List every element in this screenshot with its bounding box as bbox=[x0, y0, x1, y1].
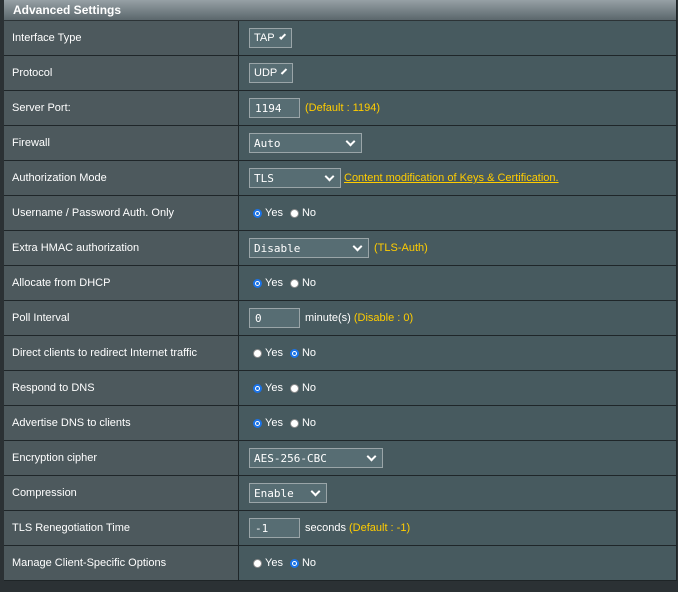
advertise-dns-label: Advertise DNS to clients bbox=[4, 406, 239, 440]
advertise-dns-yes-radio[interactable] bbox=[253, 418, 262, 428]
server-port-hint: (Default : 1194) bbox=[305, 102, 381, 114]
firewall-select[interactable]: Auto bbox=[249, 133, 362, 153]
tls-renegotiation-input[interactable]: -1 bbox=[249, 518, 300, 538]
redirect-traffic-no-radio[interactable] bbox=[289, 348, 299, 358]
chevron-down-icon bbox=[310, 486, 321, 497]
compression-label: Compression bbox=[4, 476, 239, 510]
redirect-traffic-label: Direct clients to redirect Internet traf… bbox=[4, 336, 239, 370]
advanced-settings-panel: Advanced Settings Interface Type TAP Pro… bbox=[4, 0, 677, 581]
allocate-dhcp-no-radio[interactable] bbox=[289, 278, 299, 288]
poll-interval-label: Poll Interval bbox=[4, 301, 239, 335]
row-redirect-traffic: Direct clients to redirect Internet traf… bbox=[4, 336, 676, 371]
allocate-dhcp-yes-radio[interactable] bbox=[253, 278, 262, 288]
poll-interval-unit: minute(s) bbox=[305, 312, 351, 324]
row-encryption-cipher: Encryption cipher AES-256-CBC bbox=[4, 441, 676, 476]
chevron-down-icon bbox=[352, 241, 363, 252]
user-pass-auth-label: Username / Password Auth. Only bbox=[4, 196, 239, 230]
row-user-pass-auth: Username / Password Auth. Only Yes No bbox=[4, 196, 676, 231]
row-allocate-dhcp: Allocate from DHCP Yes No bbox=[4, 266, 676, 301]
row-respond-dns: Respond to DNS Yes No bbox=[4, 371, 676, 406]
row-interface-type: Interface Type TAP bbox=[4, 21, 676, 56]
tls-renegotiation-label: TLS Renegotiation Time bbox=[4, 511, 239, 545]
user-pass-auth-yes-radio[interactable] bbox=[253, 208, 262, 218]
client-specific-label: Manage Client-Specific Options bbox=[4, 546, 239, 580]
allocate-dhcp-label: Allocate from DHCP bbox=[4, 266, 239, 300]
chevron-down-icon bbox=[278, 32, 286, 41]
server-port-input[interactable]: 1194 bbox=[249, 98, 300, 118]
row-client-specific: Manage Client-Specific Options Yes No bbox=[4, 546, 676, 580]
advertise-dns-no-radio[interactable] bbox=[289, 418, 299, 428]
user-pass-auth-radio-group: Yes No bbox=[249, 207, 319, 219]
client-specific-no-radio[interactable] bbox=[289, 558, 299, 568]
extra-hmac-hint: (TLS-Auth) bbox=[374, 242, 428, 254]
redirect-traffic-yes-radio[interactable] bbox=[253, 348, 262, 358]
compression-select[interactable]: Enable bbox=[249, 483, 327, 503]
chevron-down-icon bbox=[281, 68, 288, 75]
row-compression: Compression Enable bbox=[4, 476, 676, 511]
extra-hmac-label: Extra HMAC authorization bbox=[4, 231, 239, 265]
interface-type-select[interactable]: TAP bbox=[249, 28, 292, 48]
row-authorization-mode: Authorization Mode TLS Content modificat… bbox=[4, 161, 676, 196]
respond-dns-yes-radio[interactable] bbox=[253, 383, 262, 393]
respond-dns-no-radio[interactable] bbox=[289, 383, 299, 393]
row-protocol: Protocol UDP bbox=[4, 56, 676, 91]
redirect-traffic-radio-group: Yes No bbox=[249, 347, 319, 359]
row-poll-interval: Poll Interval 0 minute(s) (Disable : 0) bbox=[4, 301, 676, 336]
authorization-mode-select[interactable]: TLS bbox=[249, 168, 341, 188]
chevron-down-icon bbox=[366, 451, 377, 462]
firewall-label: Firewall bbox=[4, 126, 239, 160]
respond-dns-radio-group: Yes No bbox=[249, 382, 319, 394]
row-advertise-dns: Advertise DNS to clients Yes No bbox=[4, 406, 676, 441]
panel-title: Advanced Settings bbox=[4, 0, 676, 21]
client-specific-radio-group: Yes No bbox=[249, 557, 319, 569]
poll-interval-input[interactable]: 0 bbox=[249, 308, 300, 328]
chevron-down-icon bbox=[324, 171, 335, 182]
extra-hmac-select[interactable]: Disable bbox=[249, 238, 369, 258]
allocate-dhcp-radio-group: Yes No bbox=[249, 277, 319, 289]
tls-renegotiation-unit: seconds bbox=[305, 522, 346, 534]
user-pass-auth-no-radio[interactable] bbox=[289, 208, 299, 218]
client-specific-yes-radio[interactable] bbox=[253, 558, 262, 568]
chevron-down-icon bbox=[345, 136, 356, 147]
respond-dns-label: Respond to DNS bbox=[4, 371, 239, 405]
protocol-label: Protocol bbox=[4, 56, 239, 90]
server-port-label: Server Port: bbox=[4, 91, 239, 125]
encryption-cipher-label: Encryption cipher bbox=[4, 441, 239, 475]
authorization-mode-label: Authorization Mode bbox=[4, 161, 239, 195]
protocol-select[interactable]: UDP bbox=[249, 63, 293, 83]
row-server-port: Server Port: 1194 (Default : 1194) bbox=[4, 91, 676, 126]
interface-type-label: Interface Type bbox=[4, 21, 239, 55]
advertise-dns-radio-group: Yes No bbox=[249, 417, 319, 429]
row-firewall: Firewall Auto bbox=[4, 126, 676, 161]
encryption-cipher-select[interactable]: AES-256-CBC bbox=[249, 448, 383, 468]
keys-certification-link[interactable]: Content modification of Keys & Certifica… bbox=[344, 172, 559, 184]
row-tls-renegotiation: TLS Renegotiation Time -1 seconds (Defau… bbox=[4, 511, 676, 546]
poll-interval-hint: (Disable : 0) bbox=[353, 312, 414, 324]
row-extra-hmac: Extra HMAC authorization Disable (TLS-Au… bbox=[4, 231, 676, 266]
tls-renegotiation-hint: (Default : -1) bbox=[348, 522, 411, 534]
